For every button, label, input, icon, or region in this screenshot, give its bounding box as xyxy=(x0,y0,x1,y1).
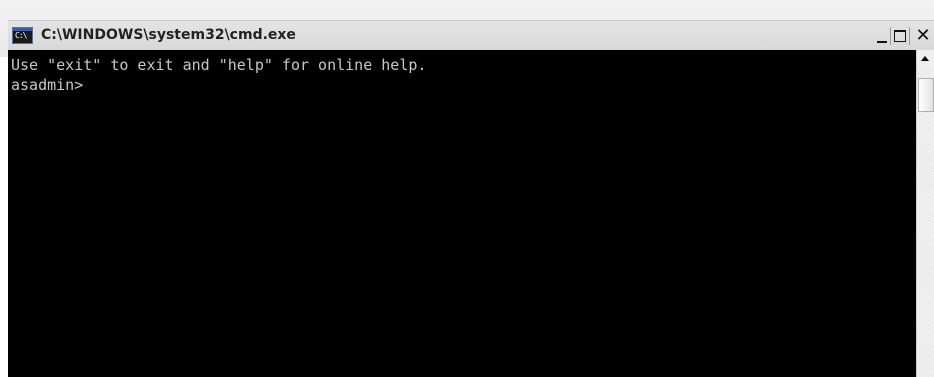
maximize-button[interactable] xyxy=(893,27,907,45)
minimize-button[interactable] xyxy=(875,27,890,45)
title-bar[interactable]: C:\ C:\WINDOWS\system32\cmd.exe ✕ xyxy=(0,0,934,57)
console-icon-glyph: C:\ xyxy=(15,31,27,40)
console-output[interactable]: Use "exit" to exit and "help" for online… xyxy=(8,50,916,377)
scroll-thumb[interactable] xyxy=(918,78,934,112)
cmd-window: C:\ C:\WINDOWS\system32\cmd.exe ✕ Use "e… xyxy=(0,0,934,377)
arrow-up-icon xyxy=(921,56,929,61)
minimize-icon xyxy=(877,41,887,43)
console-prompt[interactable]: asadmin> xyxy=(11,76,83,95)
scroll-up-button[interactable] xyxy=(917,50,934,68)
console-line: Use "exit" to exit and "help" for online… xyxy=(11,56,427,74)
vertical-scrollbar[interactable] xyxy=(916,50,934,377)
title-bar-inner[interactable]: C:\ C:\WINDOWS\system32\cmd.exe ✕ xyxy=(8,20,934,50)
console-icon[interactable]: C:\ xyxy=(12,27,33,44)
caption-divider xyxy=(890,27,891,45)
caption-divider xyxy=(909,27,910,45)
maximize-icon xyxy=(894,30,906,42)
close-button[interactable]: ✕ xyxy=(913,27,933,45)
close-icon: ✕ xyxy=(915,25,931,46)
window-title: C:\WINDOWS\system32\cmd.exe xyxy=(41,27,296,43)
